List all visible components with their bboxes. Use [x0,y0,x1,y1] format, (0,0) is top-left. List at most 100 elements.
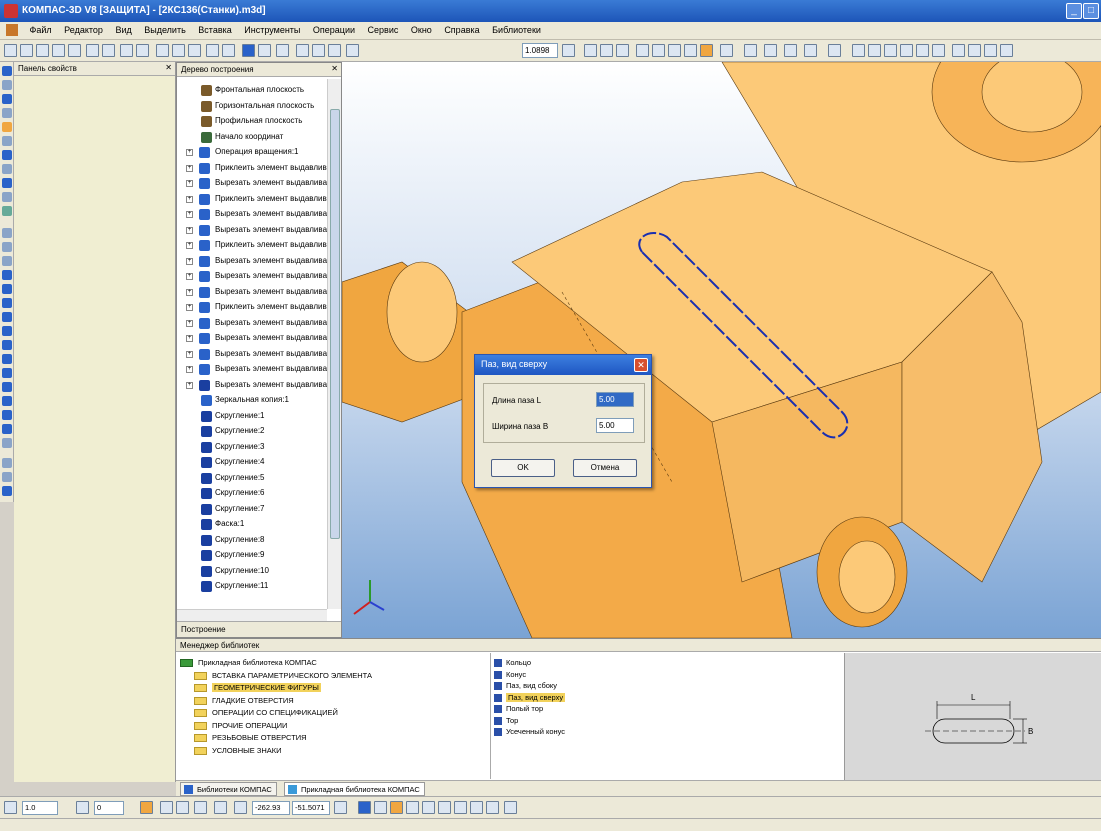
cursor-x-field[interactable]: -262.93 [252,801,290,815]
tree-item[interactable]: Скругление:8 [177,533,327,548]
close-icon[interactable]: ✕ [165,63,172,72]
print-icon[interactable] [120,44,133,57]
expand-icon[interactable]: + [186,149,193,156]
menu-service[interactable]: Сервис [363,22,404,38]
tree-item[interactable]: + Вырезать элемент выдавливания [177,223,327,238]
no-hidden-icon[interactable] [684,44,697,57]
tab-kompas-libraries[interactable]: Библиотеки КОМПАС [180,782,277,796]
save-icon[interactable] [102,44,115,57]
tool-10-icon[interactable] [2,192,12,202]
tool-6-icon[interactable] [2,136,12,146]
expand-icon[interactable]: + [186,288,193,296]
section-icon[interactable] [744,44,757,57]
wireframe-icon[interactable] [636,44,649,57]
tool-27-icon[interactable] [2,438,12,448]
menu-insert[interactable]: Вставка [193,22,236,38]
new-part-icon[interactable] [20,44,33,57]
expand-icon[interactable]: + [186,257,193,265]
tool-18-icon[interactable] [2,312,12,322]
tool-25-icon[interactable] [2,410,12,420]
binding-9-icon[interactable] [486,801,499,814]
menu-libraries[interactable]: Библиотеки [487,22,546,38]
grid-icon[interactable] [764,44,777,57]
cursor-y-field[interactable]: -51.5071 [292,801,330,815]
local-cs-icon[interactable] [214,801,227,814]
rotate-view-icon[interactable] [600,44,613,57]
tree-item[interactable]: Скругление:7 [177,502,327,517]
coords-icon[interactable] [234,801,247,814]
expand-icon[interactable]: + [186,242,193,249]
menu-select[interactable]: Выделить [139,22,191,38]
tab-build[interactable]: Построение [177,621,341,637]
minimize-button[interactable]: _ [1066,3,1082,19]
binding-4-icon[interactable] [406,801,419,814]
cancel-button[interactable]: Отмена [573,459,637,477]
tool-8-icon[interactable] [2,164,12,174]
expand-icon[interactable]: + [186,366,193,373]
filter-3-icon[interactable] [884,44,897,57]
binding-6-icon[interactable] [438,801,451,814]
tool-14-icon[interactable] [2,256,12,266]
new-document-icon[interactable] [4,44,17,57]
angle-icon[interactable] [76,801,89,814]
tree-item[interactable]: + Вырезать элемент выдавливания [177,347,327,362]
pan-icon[interactable] [562,44,575,57]
menu-window[interactable]: Окно [406,22,437,38]
zoom-input[interactable]: 1.0898 [522,43,558,58]
zoom-window-icon[interactable] [296,44,309,57]
measure-icon[interactable] [784,44,797,57]
expand-icon[interactable]: + [186,304,193,311]
apply-icon[interactable] [334,801,347,814]
tree-item[interactable]: Скругление:4 [177,455,327,470]
expand-icon[interactable]: + [186,350,193,358]
tree-vertical-scrollbar[interactable] [327,79,341,609]
tree-item[interactable]: Зеркальная копия:1 [177,393,327,408]
tree-item[interactable]: Фаска:1 [177,517,327,532]
tree-item[interactable]: + Вырезать элемент выдавливания [177,269,327,284]
model-viewport[interactable] [342,62,1101,638]
tool-4-icon[interactable] [2,108,12,118]
expand-icon[interactable]: + [186,319,193,327]
binding-1-icon[interactable] [358,801,371,814]
filter-7-icon[interactable] [952,44,965,57]
tree-item[interactable]: + Приклеить элемент выдавливания [177,192,327,207]
tool-30-icon[interactable] [2,486,12,496]
tool-24-icon[interactable] [2,396,12,406]
filter-2-icon[interactable] [868,44,881,57]
tree-item[interactable]: + Приклеить элемент выдавливания [177,238,327,253]
tree-item[interactable]: + Вырезать элемент выдавливания [177,331,327,346]
expand-icon[interactable]: + [186,335,193,342]
copy-icon[interactable] [172,44,185,57]
tree-toggle-icon[interactable] [242,44,255,57]
expand-icon[interactable]: + [186,226,193,234]
filter-8-icon[interactable] [968,44,981,57]
tree-item[interactable]: Скругление:10 [177,564,327,579]
tree-item[interactable]: Горизонтальная плоскость [177,99,327,114]
properties-icon[interactable] [258,44,271,57]
step-icon[interactable] [4,801,17,814]
menu-tools[interactable]: Инструменты [239,22,305,38]
menu-operations[interactable]: Операции [308,22,360,38]
expand-icon[interactable]: + [186,195,193,203]
expand-icon[interactable]: + [186,273,193,280]
tree-item[interactable]: Скругление:2 [177,424,327,439]
tab-applied-library[interactable]: Прикладная библиотека КОМПАС [284,782,425,796]
tree-item[interactable]: + Приклеить элемент выдавливания [177,161,327,176]
angle-step-field[interactable]: 0 [94,801,124,815]
filter-5-icon[interactable] [916,44,929,57]
preview-icon[interactable] [136,44,149,57]
tree-item[interactable]: + Операция вращения:1 [177,145,327,160]
tool-3-icon[interactable] [2,94,12,104]
filter-9-icon[interactable] [984,44,997,57]
tree-item[interactable]: Скругление:6 [177,486,327,501]
new-assembly-icon[interactable] [36,44,49,57]
tool-21-icon[interactable] [2,354,12,364]
tool-22-icon[interactable] [2,368,12,378]
tool-23-icon[interactable] [2,382,12,392]
tool-19-icon[interactable] [2,326,12,336]
tree-item[interactable]: Фронтальная плоскость [177,83,327,98]
tree-item[interactable]: Скругление:5 [177,471,327,486]
tree-item[interactable]: Профильная плоскость [177,114,327,129]
tree-item[interactable]: Скругление:1 [177,409,327,424]
grid-mode-icon[interactable] [176,801,189,814]
